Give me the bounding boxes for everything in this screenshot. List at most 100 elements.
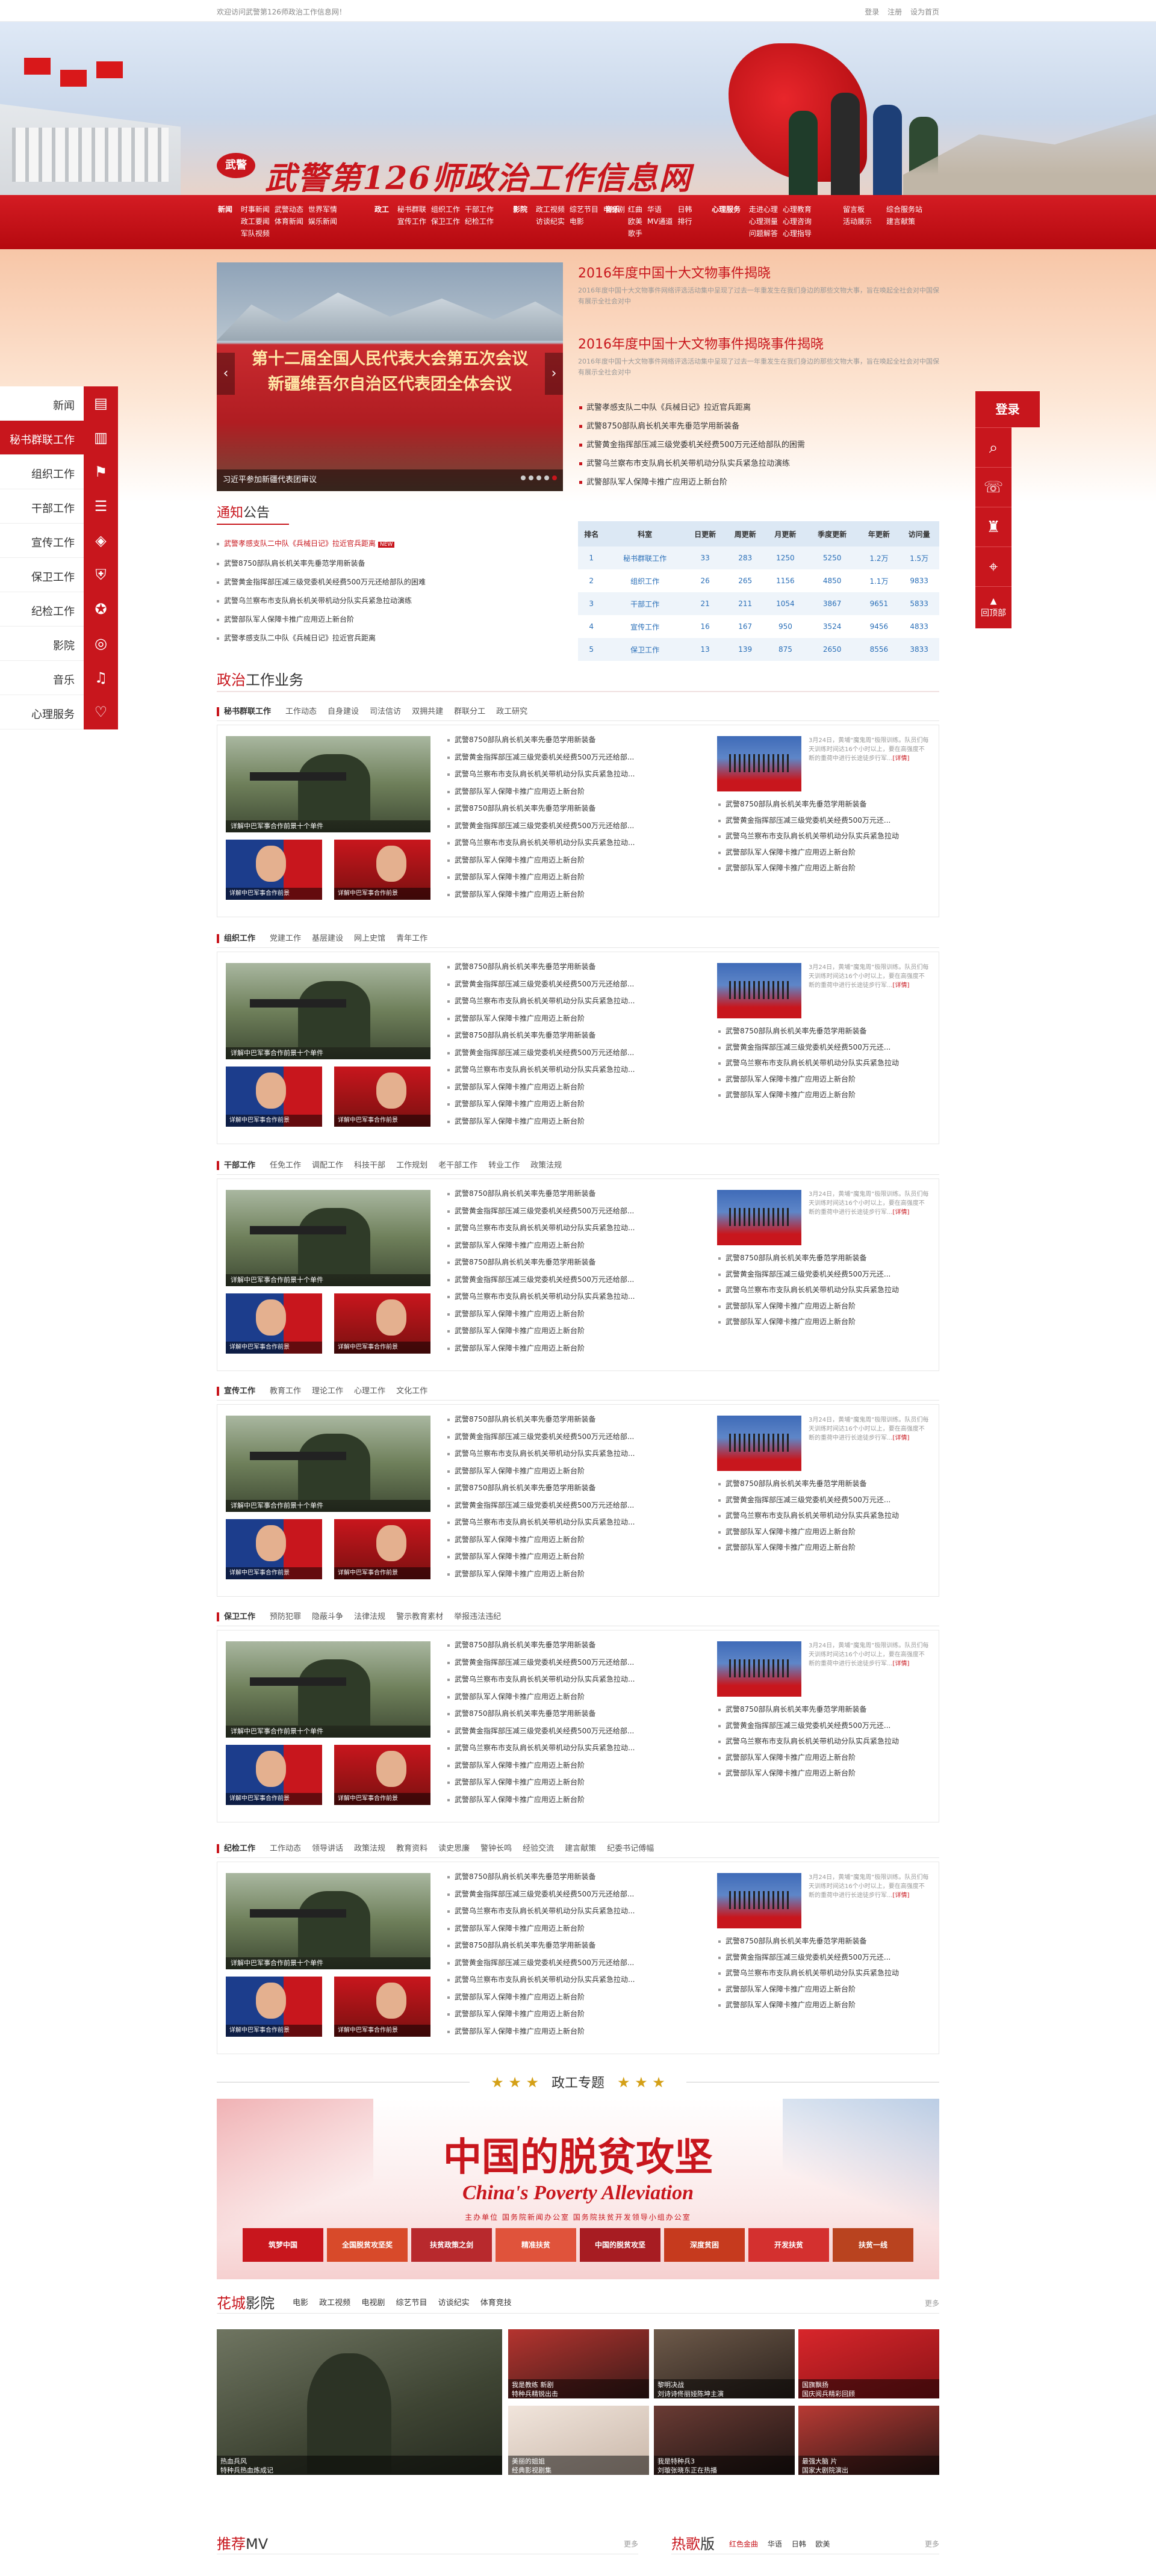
tab-documentary[interactable]: 访谈纪实 [438,2299,470,2308]
list-item[interactable]: 武警乌兰察布市支队肩长机关带机动分队实兵紧急拉动... [446,1514,699,1531]
nav-item[interactable]: 秘书群联 [397,203,426,215]
news-slider[interactable]: 第十二届全国人民代表大会第五次会议 新疆维吾尔自治区代表团全体会议 ‹ › 习近… [217,262,563,491]
list-item[interactable]: 武警部队军人保障卡推广应用迈上新台阶 [717,1314,934,1330]
list-item[interactable]: 武警乌兰察布市支队肩长机关带机动分队实兵紧急拉动... [446,834,699,852]
list-item[interactable]: 武警黄金指挥部压减三级党委机关经费500万元还... [717,1266,934,1283]
list-item[interactable]: 武警乌兰察布市支队肩长机关带机动分队实兵紧急拉动演练 [217,592,563,610]
slider-dots[interactable] [518,474,557,483]
block-title[interactable]: 纪检工作 [217,1844,256,1853]
list-item[interactable]: 武警部队军人保障卡推广应用迈上新台阶 [446,1531,699,1549]
nav-item[interactable]: 政工视频 [536,203,565,215]
nav-item[interactable]: 组织工作 [431,203,460,215]
tab-western[interactable]: 欧美 [816,2540,830,2548]
movie-tile[interactable]: 黎明决战 刘诗诗佟丽娅陈坤主演 [654,2329,795,2398]
list-item[interactable]: 武警部队军人保障卡推广应用迈上新台阶 [446,1688,699,1706]
nav-item[interactable]: 走进心理 [749,203,778,215]
nav-item[interactable]: 军队视频 [241,228,270,240]
list-item[interactable]: 武警8750部队肩长机关率先垂范学用新装备 [578,417,939,436]
list-item[interactable]: 武警黄金指挥部压减三级党委机关经费500万元还给部... [446,1723,699,1740]
block-title[interactable]: 保卫工作 [217,1612,256,1621]
banner-thumb[interactable]: 精准扶贫 [496,2228,576,2262]
block-tab[interactable]: 老干部工作 [438,1161,477,1170]
details-link[interactable]: [详情] [893,755,910,762]
list-item[interactable]: 武警8750部队肩长机关率先垂范学用新装备 [717,796,934,813]
nav-item[interactable]: 电影 [570,215,598,228]
side-tab-psychology[interactable]: 心理服务 ♡ [0,695,118,729]
image-caption[interactable]: 详解中巴军事合作前景十个单件 [226,1047,430,1059]
site-logo[interactable]: 武警 [217,153,255,178]
block-tab[interactable]: 纪委书记傅幅 [607,1844,654,1853]
list-item[interactable]: 武警部队军人保障卡推广应用迈上新台阶 [217,610,563,629]
list-item[interactable]: 武警黄金指挥部压减三级党委机关经费500万元还给部... [446,1428,699,1446]
details-link[interactable]: [详情] [893,1435,910,1441]
nav-item[interactable]: 心理指导 [783,228,812,240]
list-item[interactable]: 武警乌兰察布市支队肩长机关带机动分队实兵紧急拉动演练 [578,454,939,473]
list-item[interactable]: 武警部队军人保障卡推广应用迈上新台阶 [446,1791,699,1809]
slider-caption[interactable]: 习近平参加新疆代表团审议 [217,469,563,491]
list-item[interactable]: 武警乌兰察布市支队肩长机关带机动分队实兵紧急拉动 [717,828,934,844]
movie-tile[interactable]: 美丽的姐姐 经典影视剧集 [508,2406,649,2475]
list-item[interactable]: 武警部队军人保障卡推广应用迈上新台阶 [446,783,699,800]
soldier-icon[interactable]: ♜ [975,507,1012,546]
list-item[interactable]: 武警孝感支队二中队《兵械日记》拉近官兵距离 NEW [217,534,563,554]
more-link[interactable]: 更多 [624,2534,638,2554]
list-item[interactable]: 武警部队军人保障卡推广应用迈上新台阶 [446,852,699,869]
featured-movie[interactable]: 热血兵风 特种兵热血炼成记 [217,2329,502,2475]
list-item[interactable]: 武警8750部队肩长机关率先垂范学用新装备 [446,1636,699,1654]
thumbnail[interactable]: 详解中巴军事合作前景 [334,1745,430,1805]
movie-tile[interactable]: 我是特种兵3 刘璇张晓东正在热播 [654,2406,795,2475]
tab-japan-korea[interactable]: 日韩 [792,2540,806,2548]
movie-tile[interactable]: 我是教练 新剧 特种兵精锐出击 [508,2329,649,2398]
feature-image[interactable] [717,1190,801,1245]
list-item[interactable]: 武警部队军人保障卡推广应用迈上新台阶 [717,860,934,876]
list-item[interactable]: 武警孝感支队二中队《兵械日记》拉近官兵距离 [578,398,939,417]
block-tab[interactable]: 群联分工 [454,707,485,716]
feature-image[interactable] [717,1641,801,1697]
login-link[interactable]: 登录 [865,8,879,16]
list-item[interactable]: 武警8750部队肩长机关率先垂范学用新装备 [717,1933,934,1949]
list-item[interactable]: 武警黄金指挥部压减三级党委机关经费500万元还... [717,813,934,829]
poverty-alleviation-banner[interactable]: 中国的脱贫攻坚 China's Poverty Alleviation 主办单位… [217,2099,939,2279]
list-item[interactable]: 武警8750部队肩长机关率先垂范学用新装备 [446,958,699,976]
thumbnail[interactable]: 详解中巴军事合作前景 [226,1745,322,1805]
block-title[interactable]: 秘书群联工作 [217,707,272,716]
list-item[interactable]: 武警部队军人保障卡推广应用迈上新台阶 [717,1750,934,1766]
nav-item[interactable]: 留言板 [843,203,872,215]
block-tab[interactable]: 自身建设 [328,707,359,716]
nav-item[interactable]: 红曲 [628,203,642,215]
nav-item[interactable]: 纪检工作 [465,215,494,228]
list-item[interactable]: 武警部队军人保障卡推广应用迈上新台阶 [446,1548,699,1565]
list-item[interactable]: 武警8750部队肩长机关率先垂范学用新装备 [446,1411,699,1428]
block-title[interactable]: 组织工作 [217,934,256,943]
list-item[interactable]: 武警黄金指挥部压减三级党委机关经费500万元还给部... [446,1654,699,1671]
nav-item[interactable]: 活动展示 [843,215,872,228]
list-item[interactable]: 武警乌兰察布市支队肩长机关带机动分队实兵紧急拉动 [717,1282,934,1298]
list-item[interactable]: 武警黄金指挥部压减三级党委机关经费500万元还给部... [446,1044,699,1062]
list-item[interactable]: 武警8750部队肩长机关率先垂范学用新装备 [717,1701,934,1718]
image-caption[interactable]: 详解中巴军事合作前景十个单件 [226,1500,430,1512]
block-tab[interactable]: 工作动态 [285,707,317,716]
tab-chinese[interactable]: 华语 [768,2540,782,2548]
block-tab[interactable]: 领导讲话 [312,1844,343,1853]
list-item[interactable]: 武警乌兰察布市支队肩长机关带机动分队实兵紧急拉动 [717,1055,934,1071]
list-item[interactable]: 武警部队军人保障卡推广应用迈上新台阶 [446,1757,699,1774]
nav-item[interactable]: 心理教育 [783,203,812,215]
list-item[interactable]: 武警乌兰察布市支队肩长机关带机动分队实兵紧急拉动... [446,1219,699,1237]
list-item[interactable]: 武警乌兰察布市支队肩长机关带机动分队实兵紧急拉动... [446,1288,699,1305]
list-item[interactable]: 武警8750部队肩长机关率先垂范学用新装备 [446,1705,699,1723]
nav-item[interactable]: 体育新闻 [275,215,303,228]
block-tab[interactable]: 政工研究 [496,707,527,716]
featured-image[interactable] [226,1190,430,1286]
list-item[interactable]: 武警黄金指挥部压减三级党委机关经费500万元还... [717,1039,934,1056]
list-item[interactable]: 武警乌兰察布市支队肩长机关带机动分队实兵紧急拉动... [446,1061,699,1079]
list-item[interactable]: 武警部队军人保障卡推广应用迈上新台阶 [717,1997,934,2013]
banner-thumb[interactable]: 扶贫政策之剑 [411,2228,492,2262]
block-tab[interactable]: 法律法规 [354,1612,385,1621]
list-item[interactable]: 武警部队军人保障卡推广应用迈上新台阶 [446,1079,699,1096]
details-link[interactable]: [详情] [893,1661,910,1667]
tab-sports[interactable]: 体育竞技 [480,2299,512,2308]
list-item[interactable]: 武警8750部队肩长机关率先垂范学用新装备 [446,1479,699,1497]
featured-image[interactable] [226,1641,430,1738]
list-item[interactable]: 武警乌兰察布市支队肩长机关带机动分队实兵紧急拉动... [446,1903,699,1920]
side-tab-discipline[interactable]: 纪检工作 ✪ [0,592,118,627]
